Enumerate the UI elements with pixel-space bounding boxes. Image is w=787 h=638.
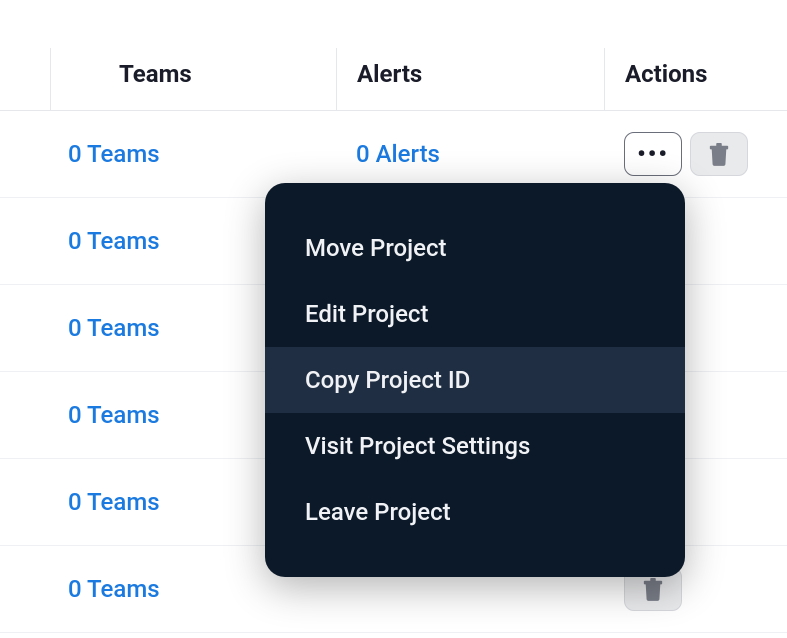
trash-icon — [642, 577, 664, 601]
table-header: Teams Alerts Actions — [0, 0, 787, 111]
teams-link[interactable]: 0 Teams — [68, 140, 160, 168]
header-teams: Teams — [50, 48, 336, 110]
teams-link[interactable]: 0 Teams — [68, 314, 160, 342]
dropdown-item[interactable]: Visit Project Settings — [265, 413, 685, 479]
teams-link[interactable]: 0 Teams — [68, 227, 160, 255]
dropdown-item[interactable]: Leave Project — [265, 479, 685, 545]
header-alerts: Alerts — [336, 48, 604, 110]
header-actions: Actions — [604, 48, 787, 110]
cell-teams: 0 Teams — [0, 140, 336, 168]
teams-link[interactable]: 0 Teams — [68, 575, 160, 603]
teams-link[interactable]: 0 Teams — [68, 401, 160, 429]
teams-link[interactable]: 0 Teams — [68, 488, 160, 516]
delete-button[interactable] — [690, 132, 748, 176]
project-actions-dropdown: Move ProjectEdit ProjectCopy Project IDV… — [265, 183, 685, 577]
trash-icon — [708, 142, 730, 166]
dropdown-item[interactable]: Move Project — [265, 215, 685, 281]
cell-actions: ••• — [604, 132, 787, 176]
cell-teams: 0 Teams — [0, 575, 336, 603]
cell-alerts: 0 Alerts — [336, 140, 604, 168]
alerts-link[interactable]: 0 Alerts — [356, 140, 440, 168]
dropdown-item[interactable]: Edit Project — [265, 281, 685, 347]
dropdown-item[interactable]: Copy Project ID — [265, 347, 685, 413]
more-actions-button[interactable]: ••• — [624, 132, 682, 176]
